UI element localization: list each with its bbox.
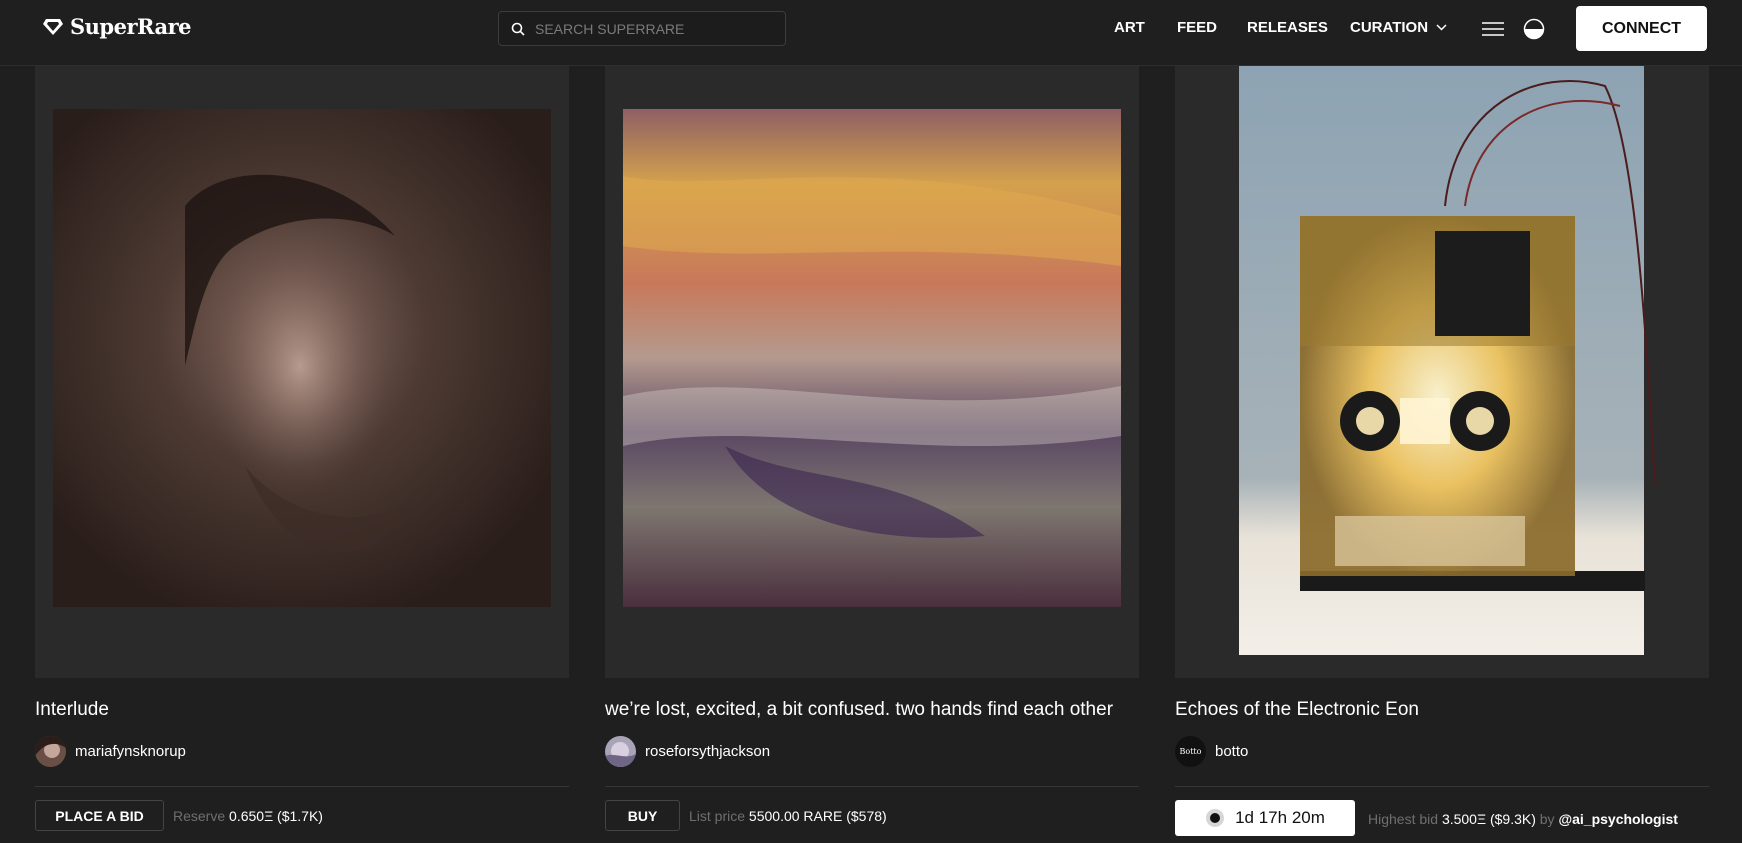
artist-link[interactable]: Botto botto <box>1175 736 1248 767</box>
place-a-bid-button[interactable]: PLACE A BID <box>35 800 164 831</box>
superrare-logo[interactable]: SuperRare <box>42 14 192 39</box>
nav-feed[interactable]: FEED <box>1177 19 1217 36</box>
artwork-title[interactable]: Interlude <box>35 699 109 721</box>
price-label: Highest bid <box>1368 811 1439 827</box>
nav-curation-label: CURATION <box>1350 19 1429 36</box>
by-label: by <box>1539 811 1555 827</box>
avatar: Botto <box>1175 736 1206 767</box>
price-value: 0.650Ξ ($1.7K) <box>229 808 323 824</box>
nav-curation[interactable]: CURATION <box>1350 19 1447 36</box>
avatar <box>35 736 66 767</box>
artwork-lost-excited-picture <box>623 109 1121 607</box>
artwork-interlude-picture <box>53 109 551 607</box>
artwork-image-interlude[interactable] <box>35 66 569 678</box>
artwork-echoes-picture <box>1239 66 1656 655</box>
divider <box>35 786 569 787</box>
highest-bid: Highest bid 3.500Ξ ($9.3K) by @ai_psycho… <box>1368 811 1678 827</box>
buy-button[interactable]: BUY <box>605 800 680 831</box>
artwork-title[interactable]: we’re lost, excited, a bit confused. two… <box>605 699 1113 721</box>
artwork-image-echoes[interactable] <box>1175 66 1709 678</box>
artist-name: mariafynsknorup <box>75 743 186 760</box>
divider <box>605 786 1139 787</box>
timer-icon <box>1206 809 1225 827</box>
search-input[interactable] <box>535 20 765 37</box>
nav-releases[interactable]: RELEASES <box>1247 19 1328 36</box>
top-header: SuperRare ART FEED RELEASES CURATION CON… <box>0 0 1742 66</box>
bidder-link[interactable]: @ai_psychologist <box>1558 811 1677 827</box>
connect-button[interactable]: CONNECT <box>1576 6 1707 51</box>
timer-value: 1d 17h 20m <box>1235 808 1325 827</box>
price-label: List price <box>689 808 746 824</box>
theme-toggle-icon[interactable] <box>1523 18 1545 40</box>
list-price: List price 5500.00 RARE ($578) <box>689 808 887 824</box>
divider <box>1175 786 1709 787</box>
search-box[interactable] <box>498 11 786 46</box>
price-value: 5500.00 RARE ($578) <box>748 808 887 824</box>
hamburger-menu-icon[interactable] <box>1482 21 1504 37</box>
artwork-title[interactable]: Echoes of the Electronic Eon <box>1175 699 1419 721</box>
botto-avatar-text: Botto <box>1179 747 1202 756</box>
nav-art[interactable]: ART <box>1114 19 1145 36</box>
artist-name: roseforsythjackson <box>645 743 771 760</box>
artist-name: botto <box>1215 743 1249 760</box>
reserve-price: Reserve 0.650Ξ ($1.7K) <box>173 808 323 824</box>
avatar <box>605 736 636 767</box>
artist-link[interactable]: mariafynsknorup <box>35 736 186 767</box>
artwork-image-lost-excited[interactable] <box>605 66 1139 678</box>
artist-link[interactable]: roseforsythjackson <box>605 736 770 767</box>
logo-text: SuperRare <box>70 14 192 39</box>
auction-timer-button[interactable]: 1d 17h 20m <box>1175 800 1355 836</box>
diamond-icon <box>43 18 63 35</box>
search-icon <box>511 22 525 36</box>
price-label: Reserve <box>173 808 226 824</box>
chevron-down-icon <box>1436 24 1447 31</box>
price-value: 3.500Ξ ($9.3K) <box>1441 811 1536 827</box>
